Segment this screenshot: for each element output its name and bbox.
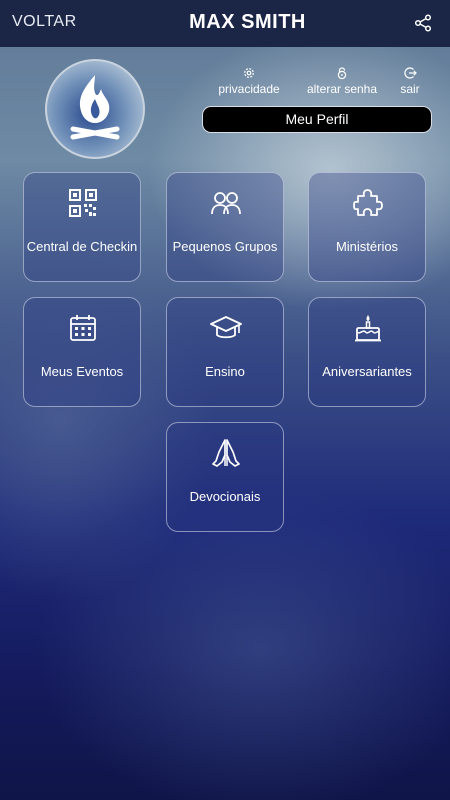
tile-birthdays[interactable]: Aniversariantes — [308, 297, 426, 407]
change-password-label: alterar senha — [306, 82, 378, 96]
logout-label: sair — [400, 82, 420, 96]
top-bar: VOLTAR MAX SMITH — [0, 0, 450, 47]
group-icon — [211, 192, 241, 215]
change-password-link[interactable]: alterar senha — [302, 66, 382, 96]
tile-ministries[interactable]: Ministérios — [308, 172, 426, 282]
privacy-label: privacidade — [218, 82, 280, 96]
tile-label: Devocionais — [189, 489, 261, 504]
logout-icon — [404, 67, 417, 79]
qr-code-icon — [69, 189, 97, 217]
birthday-cake-icon — [355, 315, 381, 342]
tile-label: Central de Checkin — [26, 239, 138, 254]
calendar-icon — [70, 315, 96, 341]
gear-icon — [244, 68, 254, 78]
tile-label: Ensino — [205, 364, 245, 379]
lock-icon — [337, 67, 347, 80]
account-actions: privacidade alterar senha sair — [208, 66, 433, 102]
avatar[interactable] — [45, 59, 145, 159]
tile-devotionals[interactable]: Devocionais — [166, 422, 284, 532]
praying-hands-icon — [212, 439, 240, 467]
tile-my-events[interactable]: Meus Eventos — [23, 297, 141, 407]
share-icon[interactable] — [414, 14, 432, 32]
tile-label: Ministérios — [335, 239, 399, 254]
tile-label: Aniversariantes — [322, 364, 412, 379]
tile-label: Pequenos Grupos — [172, 239, 278, 254]
tile-checkin-central[interactable]: Central de Checkin — [23, 172, 141, 282]
tile-small-groups[interactable]: Pequenos Grupos — [166, 172, 284, 282]
tile-teaching[interactable]: Ensino — [166, 297, 284, 407]
page-title: MAX SMITH — [189, 11, 306, 33]
puzzle-icon — [353, 189, 383, 216]
privacy-link[interactable]: privacidade — [211, 66, 287, 96]
church-logo-icon — [70, 75, 120, 140]
my-profile-button[interactable]: Meu Perfil — [202, 106, 432, 133]
graduation-cap-icon — [210, 316, 242, 339]
tile-label: Meus Eventos — [40, 364, 124, 379]
logout-link[interactable]: sair — [397, 66, 423, 96]
